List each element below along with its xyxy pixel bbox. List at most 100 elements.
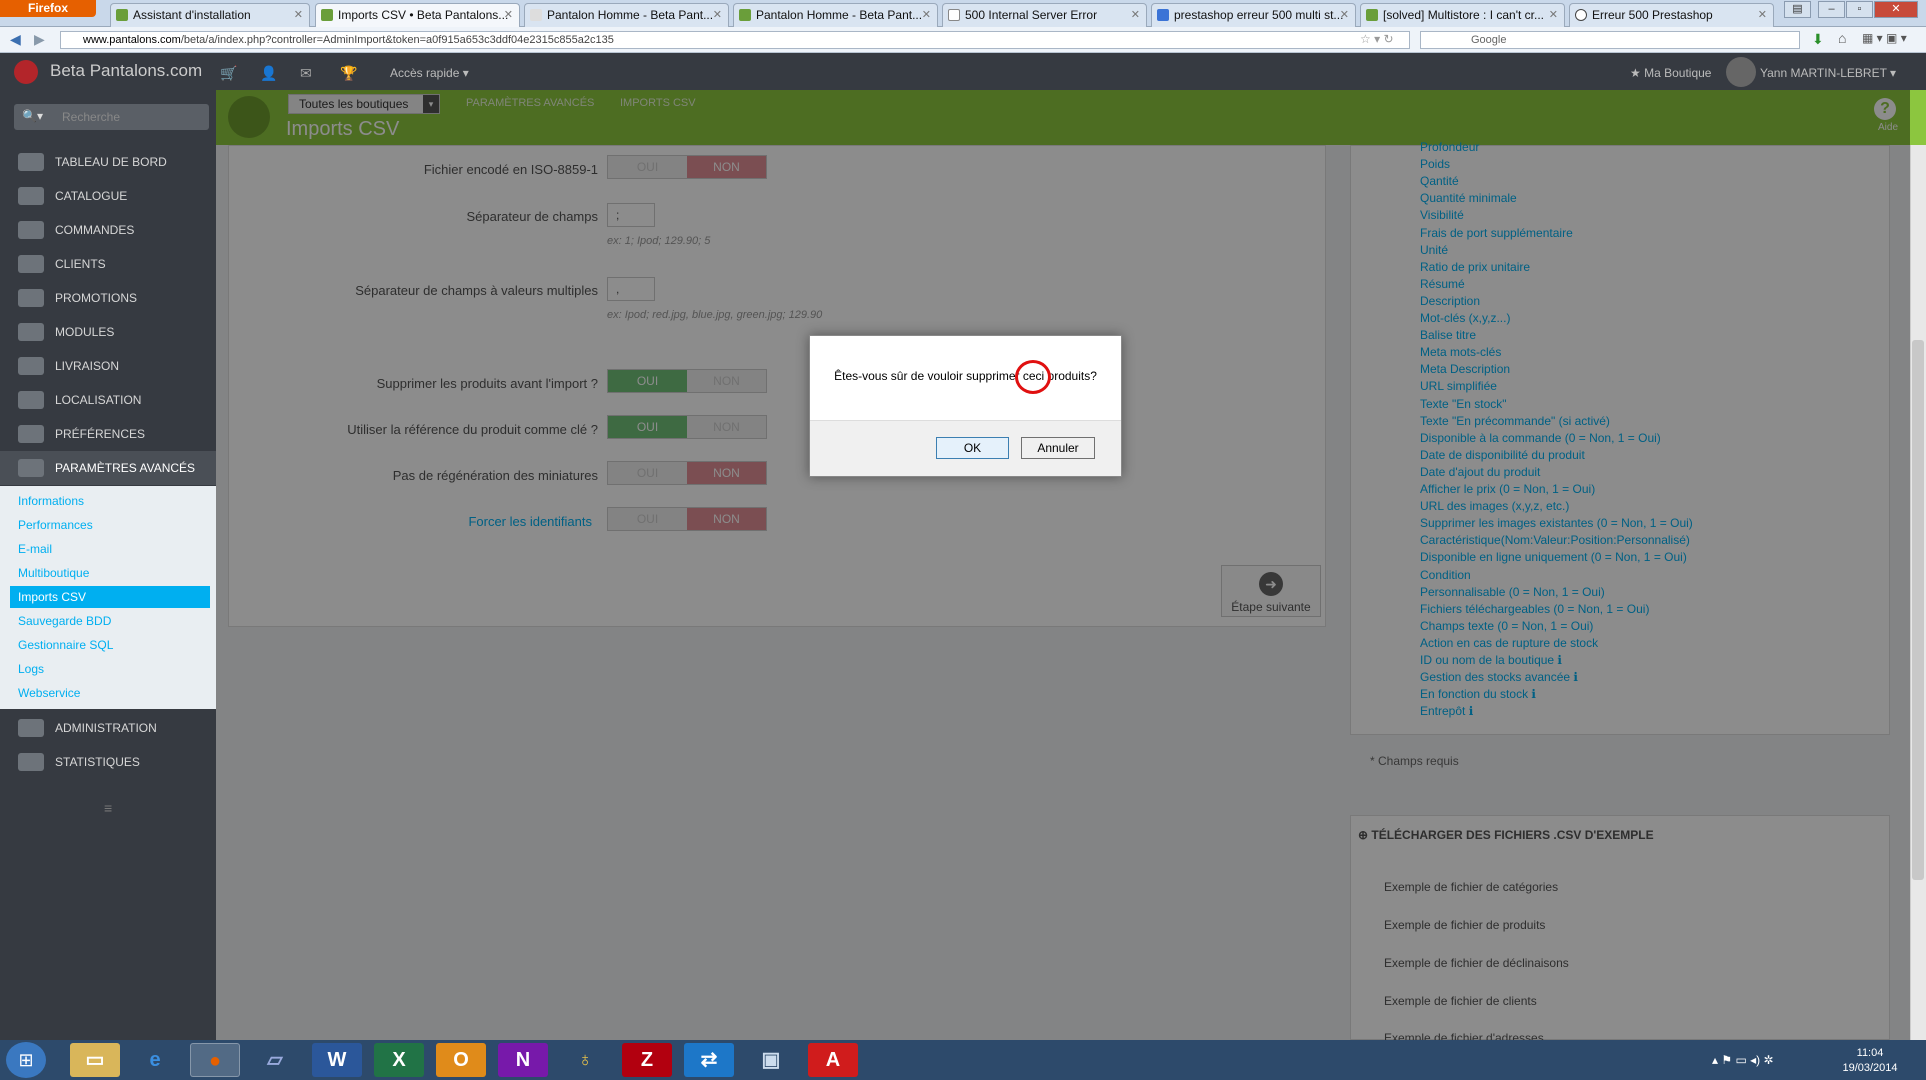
prestashop-logo[interactable]	[14, 60, 38, 84]
back-icon[interactable]: ◀	[10, 31, 21, 48]
tab-erreur-500[interactable]: Erreur 500 Prestashop ✕	[1569, 3, 1774, 27]
close-icon[interactable]: ✕	[1131, 4, 1140, 26]
sidebar-item-label: Administration	[55, 721, 157, 735]
filezilla-icon[interactable]: Z	[622, 1043, 672, 1077]
search-engine-label: Google	[1471, 34, 1507, 46]
notepad-icon[interactable]: ▱	[250, 1043, 300, 1077]
globe-icon	[18, 391, 44, 409]
sidebar-item-label: Commandes	[55, 223, 135, 237]
bookmark-star-icon[interactable]: ☆ ▾ ↻	[1360, 32, 1394, 46]
sidebar-item-modules[interactable]: Modules	[0, 315, 216, 349]
tab-pantalon-1[interactable]: Pantalon Homme - Beta Pant... ✕	[524, 3, 729, 27]
sidebar-item-label: Clients	[55, 257, 106, 271]
home-icon[interactable]: ⌂	[1838, 30, 1846, 46]
sidebar-item-dashboard[interactable]: Tableau de bord	[0, 145, 216, 179]
maximize-icon[interactable]: ▫	[1846, 1, 1873, 18]
clock[interactable]: 11:04 19/03/2014	[1820, 1046, 1920, 1076]
sidebar-item-statistics[interactable]: Statistiques	[0, 745, 216, 779]
start-button[interactable]: ⊞	[6, 1042, 46, 1078]
onenote-icon[interactable]: N	[498, 1043, 548, 1077]
network-app-icon[interactable]: ▣	[746, 1043, 796, 1077]
url-path: /beta/a/index.php?controller=AdminImport…	[180, 34, 614, 46]
user-menu[interactable]: Yann MARTIN-LEBRET ▾	[1760, 66, 1896, 80]
submenu-item-multistore[interactable]: Multiboutique	[10, 562, 210, 584]
sidebar-search-input[interactable]: Recherche	[14, 104, 209, 130]
close-icon[interactable]: ✕	[1758, 4, 1767, 26]
teamviewer-icon[interactable]: ⇄	[684, 1043, 734, 1077]
close-icon[interactable]: ✕	[1549, 4, 1558, 26]
forward-icon[interactable]: ▶	[34, 31, 45, 48]
submenu-item-email[interactable]: E-mail	[10, 538, 210, 560]
outlook-icon[interactable]: O	[436, 1043, 486, 1077]
tab-500-error[interactable]: 500 Internal Server Error ✕	[942, 3, 1147, 27]
page-icon	[530, 9, 542, 21]
download-icon[interactable]: ⬇	[1812, 31, 1824, 48]
sidebar-item-administration[interactable]: Administration	[0, 711, 216, 745]
sidebar-item-label: Promotions	[55, 291, 138, 305]
sidebar-item-advanced-params[interactable]: Paramètres avancés	[0, 451, 216, 485]
sidebar-item-catalogue[interactable]: Catalogue	[0, 179, 216, 213]
acrobat-icon[interactable]: A	[808, 1043, 858, 1077]
sidebar-item-localization[interactable]: Localisation	[0, 383, 216, 417]
sidebar-item-promotions[interactable]: Promotions	[0, 281, 216, 315]
firefox-menu-button[interactable]: Firefox	[0, 0, 96, 17]
close-icon[interactable]: ✕	[713, 4, 722, 26]
message-icon[interactable]: ✉	[300, 65, 312, 82]
firefox-icon[interactable]: ●	[190, 1043, 240, 1077]
tab-google-search[interactable]: prestashop erreur 500 multi st... ✕	[1151, 3, 1356, 27]
minimize-icon[interactable]: –	[1818, 1, 1845, 18]
sidebar-item-orders[interactable]: Commandes	[0, 213, 216, 247]
tab-pantalon-2[interactable]: Pantalon Homme - Beta Pant... ✕	[733, 3, 938, 27]
shop-brand[interactable]: Beta Pantalons.com	[50, 61, 202, 81]
cancel-button[interactable]: Annuler	[1021, 437, 1095, 459]
system-tray-icons[interactable]: ▴ ⚑ ▭ ◂) ✲	[1712, 1053, 1774, 1067]
search-icon[interactable]: 🔍▾	[22, 109, 43, 123]
submenu-item-performances[interactable]: Performances	[10, 514, 210, 536]
close-icon[interactable]: ✕	[1340, 4, 1349, 26]
web-search-input[interactable]: Google	[1420, 31, 1800, 49]
tab-multistore[interactable]: [solved] Multistore : I can't cr... ✕	[1360, 3, 1565, 27]
customer-icon[interactable]: 👤	[260, 65, 277, 82]
page-icon	[1575, 9, 1587, 21]
submenu-item-imports-csv[interactable]: Imports CSV	[10, 586, 210, 608]
close-icon[interactable]: ✕	[922, 4, 931, 26]
url-host: www.pantalons.com	[83, 34, 181, 46]
submenu-item-webservice[interactable]: Webservice	[10, 682, 210, 704]
tag-icon	[18, 289, 44, 307]
submenu-item-db-backup[interactable]: Sauvegarde BDD	[10, 610, 210, 632]
cart-icon[interactable]: 🛒	[220, 65, 237, 82]
sidebar-item-label: Tableau de bord	[55, 155, 167, 169]
tab-label: Pantalon Homme - Beta Pant...	[547, 8, 714, 22]
tab-assistant[interactable]: Assistant d'installation ✕	[110, 3, 310, 27]
sidebar-item-shipping[interactable]: Livraison	[0, 349, 216, 383]
gear-icon	[18, 719, 44, 737]
submenu-item-sql-manager[interactable]: Gestionnaire SQL	[10, 634, 210, 656]
tab-label: prestashop erreur 500 multi st...	[1174, 8, 1344, 22]
close-icon[interactable]: ✕	[294, 4, 303, 26]
tab-imports-csv[interactable]: Imports CSV • Beta Pantalons... ✕	[315, 3, 520, 27]
tab-list-icon[interactable]: ▤	[1784, 1, 1811, 18]
my-shop-link[interactable]: ★ Ma Boutique	[1630, 66, 1711, 80]
google-icon	[1157, 9, 1169, 21]
quick-access-menu[interactable]: Accès rapide ▾	[390, 66, 469, 80]
word-icon[interactable]: W	[312, 1043, 362, 1077]
explorer-icon[interactable]: ▭	[70, 1043, 120, 1077]
internet-explorer-icon[interactable]: e	[130, 1043, 180, 1077]
close-icon[interactable]: ✕	[504, 4, 513, 26]
avatar[interactable]	[1726, 57, 1756, 87]
excel-icon[interactable]: X	[374, 1043, 424, 1077]
sidebar-item-preferences[interactable]: Préférences	[0, 417, 216, 451]
trophy-icon[interactable]: 🏆	[340, 65, 357, 82]
ok-button[interactable]: OK	[936, 437, 1009, 459]
addons-icon[interactable]: ▦ ▾ ▣ ▾	[1862, 31, 1907, 45]
close-window-icon[interactable]: ✕	[1874, 1, 1918, 18]
submenu-item-logs[interactable]: Logs	[10, 658, 210, 680]
url-input[interactable]: www.pantalons.com/beta/a/index.php?contr…	[60, 31, 1410, 49]
collapse-menu-icon[interactable]: ≡	[104, 800, 112, 816]
sidebar-item-customers[interactable]: Clients	[0, 247, 216, 281]
app-icon[interactable]: ♁	[560, 1043, 610, 1077]
modal-overlay	[216, 90, 1910, 1040]
submenu-item-informations[interactable]: Informations	[10, 490, 210, 512]
scrollbar-thumb[interactable]	[1912, 340, 1924, 880]
wrench-icon	[18, 425, 44, 443]
